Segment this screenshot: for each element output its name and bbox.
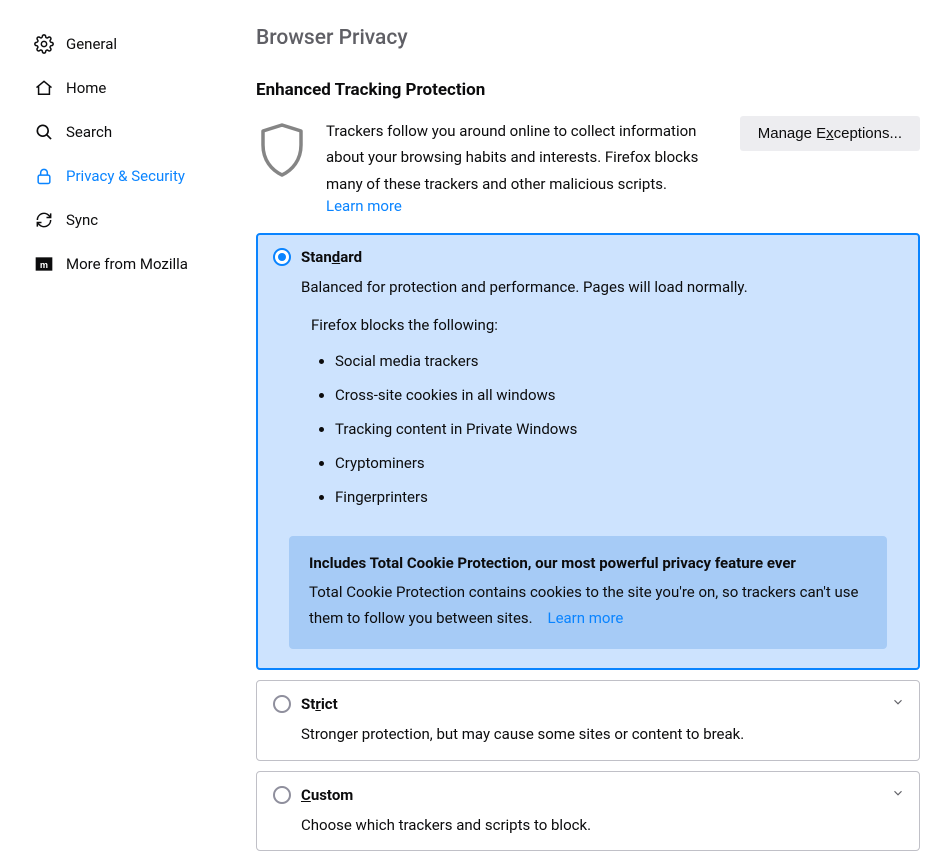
etp-buttons: Manage Exceptions... [740, 116, 920, 151]
radio-standard[interactable] [273, 248, 291, 266]
option-custom[interactable]: Custom Choose which trackers and scripts… [256, 771, 920, 851]
etp-header: Trackers follow you around online to col… [256, 116, 920, 215]
sidebar-item-label: Privacy & Security [66, 167, 185, 185]
tcp-learn-more-link[interactable]: Learn more [547, 609, 623, 627]
search-icon [34, 122, 54, 142]
blocks-heading: Firefox blocks the following: [311, 316, 903, 334]
sidebar-item-search[interactable]: Search [0, 110, 230, 154]
option-custom-title: Custom [301, 786, 353, 804]
option-custom-head: Custom [273, 786, 903, 804]
sidebar-item-label: Search [66, 123, 112, 141]
sidebar-item-general[interactable]: General [0, 22, 230, 66]
home-icon [34, 78, 54, 98]
etp-description: Trackers follow you around online to col… [326, 118, 722, 197]
tcp-banner: Includes Total Cookie Protection, our mo… [289, 536, 887, 649]
sidebar-item-more-mozilla[interactable]: m More from Mozilla [0, 242, 230, 286]
option-strict[interactable]: Strict Stronger protection, but may caus… [256, 680, 920, 761]
option-strict-head: Strict [273, 695, 903, 713]
option-strict-title: Strict [301, 695, 338, 713]
manage-exceptions-button[interactable]: Manage Exceptions... [740, 116, 920, 151]
option-standard-title: Standard [301, 248, 362, 266]
sidebar: General Home Search Privacy & Security S… [0, 0, 230, 849]
svg-text:m: m [40, 260, 48, 270]
radio-strict[interactable] [273, 695, 291, 713]
sidebar-item-label: Sync [66, 211, 98, 229]
block-item: Cross-site cookies in all windows [335, 378, 903, 412]
radio-custom[interactable] [273, 786, 291, 804]
block-item: Social media trackers [335, 344, 903, 378]
lock-icon [34, 166, 54, 186]
sync-icon [34, 210, 54, 230]
etp-description-column: Trackers follow you around online to col… [326, 116, 722, 215]
sidebar-item-label: More from Mozilla [66, 255, 188, 273]
shield-icon [256, 116, 308, 178]
page-title: Browser Privacy [256, 26, 920, 50]
learn-more-link[interactable]: Learn more [326, 197, 402, 215]
block-item: Fingerprinters [335, 480, 903, 514]
option-standard[interactable]: Standard Balanced for protection and per… [256, 233, 920, 671]
gear-icon [34, 34, 54, 54]
sidebar-item-home[interactable]: Home [0, 66, 230, 110]
option-strict-subtitle: Stronger protection, but may cause some … [301, 723, 903, 746]
tcp-banner-title: Includes Total Cookie Protection, our mo… [309, 554, 867, 572]
sidebar-item-sync[interactable]: Sync [0, 198, 230, 242]
block-item: Tracking content in Private Windows [335, 412, 903, 446]
option-standard-subtitle: Balanced for protection and performance.… [301, 276, 903, 299]
main-content: Browser Privacy Enhanced Tracking Protec… [230, 0, 946, 849]
section-title: Enhanced Tracking Protection [256, 80, 920, 100]
sidebar-item-label: Home [66, 79, 106, 97]
block-item: Cryptominers [335, 446, 903, 480]
tcp-banner-body: Total Cookie Protection contains cookies… [309, 580, 867, 631]
mozilla-icon: m [34, 254, 54, 274]
sidebar-item-label: General [66, 35, 117, 53]
sidebar-item-privacy-security[interactable]: Privacy & Security [0, 154, 230, 198]
blocks-list: Social media trackers Cross-site cookies… [315, 344, 903, 514]
option-standard-head: Standard [273, 248, 903, 266]
option-custom-subtitle: Choose which trackers and scripts to blo… [301, 814, 903, 837]
